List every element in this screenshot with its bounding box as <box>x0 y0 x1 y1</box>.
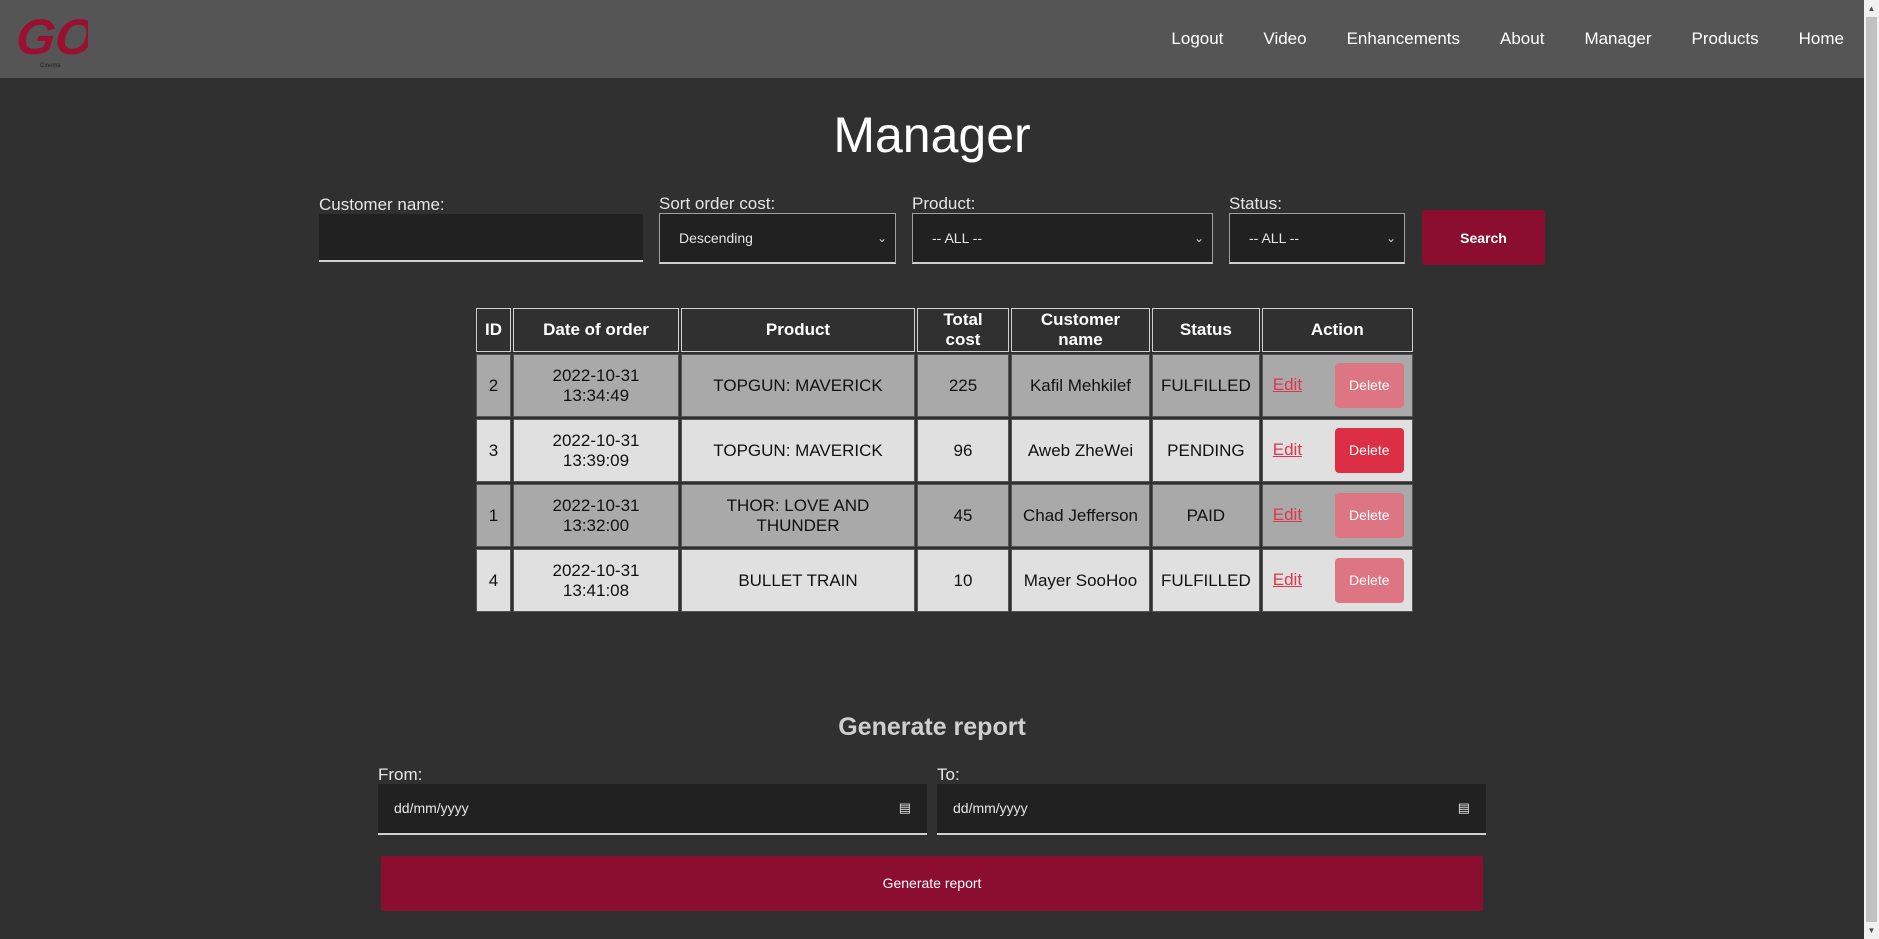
edit-link[interactable]: Edit <box>1273 570 1302 589</box>
table-row: 3 2022-10-31 13:39:09 TOPGUN: MAVERICK 9… <box>476 419 1413 482</box>
scroll-down-icon[interactable]: ▼ <box>1864 922 1879 939</box>
cell-date: 2022-10-31 13:39:09 <box>513 419 679 482</box>
chevron-down-icon: ⌄ <box>1193 231 1204 245</box>
cell-id: 4 <box>476 549 511 612</box>
sort-order-select[interactable]: Descending ⌄ <box>659 213 896 264</box>
to-date-input[interactable]: dd/mm/yyyy ▤ <box>937 784 1486 835</box>
edit-link[interactable]: Edit <box>1273 375 1302 394</box>
calendar-icon[interactable]: ▤ <box>1458 784 1470 832</box>
svg-text:Cinema: Cinema <box>40 63 61 69</box>
delete-button[interactable]: Delete <box>1334 558 1404 603</box>
search-button[interactable]: Search <box>1422 210 1545 265</box>
cell-cost: 10 <box>917 549 1009 612</box>
delete-button[interactable]: Delete <box>1334 428 1404 473</box>
nav-links: Home Products Manager About Enhancements… <box>1151 0 1864 78</box>
product-value: -- ALL -- <box>932 230 983 246</box>
nav-manager[interactable]: Manager <box>1564 0 1671 78</box>
cell-action: Edit Delete <box>1261 419 1413 482</box>
cell-product: BULLET TRAIN <box>681 549 915 612</box>
header-date: Date of order <box>513 308 679 352</box>
edit-link[interactable]: Edit <box>1273 440 1302 459</box>
header-customer-name: Customer name <box>1011 308 1150 352</box>
customer-name-input[interactable] <box>319 214 643 262</box>
cell-status: PENDING <box>1152 419 1260 482</box>
cell-customer: Mayer SooHoo <box>1011 549 1150 612</box>
cell-action: Edit Delete <box>1261 484 1413 547</box>
to-label: To: <box>937 765 960 784</box>
nav-logout[interactable]: Logout <box>1151 0 1243 78</box>
nav-home[interactable]: Home <box>1779 0 1864 78</box>
cell-date: 2022-10-31 13:32:00 <box>513 484 679 547</box>
cell-cost: 225 <box>917 354 1009 417</box>
cell-id: 2 <box>476 354 511 417</box>
svg-text:GOI: GOI <box>18 9 88 65</box>
cell-customer: Chad Jefferson <box>1011 484 1150 547</box>
cell-product: TOPGUN: MAVERICK <box>681 419 915 482</box>
cell-product: TOPGUN: MAVERICK <box>681 354 915 417</box>
delete-button[interactable]: Delete <box>1334 493 1404 538</box>
scroll-thumb[interactable] <box>1866 17 1877 922</box>
table-header-row: ID Date of order Product Total cost Cust… <box>476 308 1413 352</box>
scrollbar[interactable]: ▲ ▼ <box>1864 0 1879 939</box>
table-row: 4 2022-10-31 13:41:08 BULLET TRAIN 10 Ma… <box>476 549 1413 612</box>
nav-about[interactable]: About <box>1480 0 1564 78</box>
header-total-cost: Total cost <box>917 308 1009 352</box>
orders-table: ID Date of order Product Total cost Cust… <box>474 306 1415 614</box>
cell-action: Edit Delete <box>1261 354 1413 417</box>
header-product: Product <box>681 308 915 352</box>
page-title: Manager <box>833 107 1031 163</box>
edit-link[interactable]: Edit <box>1273 505 1302 524</box>
scroll-up-icon[interactable]: ▲ <box>1864 0 1879 17</box>
cell-cost: 96 <box>917 419 1009 482</box>
nav-products[interactable]: Products <box>1672 0 1779 78</box>
nav-video[interactable]: Video <box>1243 0 1326 78</box>
cell-id: 1 <box>476 484 511 547</box>
header-action: Action <box>1261 308 1413 352</box>
cell-action: Edit Delete <box>1261 549 1413 612</box>
cell-id: 3 <box>476 419 511 482</box>
to-date-value: dd/mm/yyyy <box>953 800 1028 816</box>
cell-date: 2022-10-31 13:41:08 <box>513 549 679 612</box>
status-select[interactable]: -- ALL -- ⌄ <box>1229 213 1405 264</box>
generate-report-button[interactable]: Generate report <box>381 856 1483 911</box>
from-date-value: dd/mm/yyyy <box>394 800 469 816</box>
navbar: GOI Cinema Home Products Manager About E… <box>0 0 1864 78</box>
chevron-down-icon: ⌄ <box>876 231 887 245</box>
report-title: Generate report <box>838 713 1026 741</box>
cell-cost: 45 <box>917 484 1009 547</box>
cell-product: THOR: LOVE AND THUNDER <box>681 484 915 547</box>
from-date-input[interactable]: dd/mm/yyyy ▤ <box>378 784 927 835</box>
sort-order-label: Sort order cost: <box>659 194 776 213</box>
product-label: Product: <box>912 194 976 213</box>
goi-logo[interactable]: GOI Cinema <box>18 4 88 70</box>
delete-button[interactable]: Delete <box>1334 363 1404 408</box>
header-status: Status <box>1152 308 1260 352</box>
sort-order-value: Descending <box>679 230 753 246</box>
cell-status: FULFILLED <box>1152 354 1260 417</box>
status-value: -- ALL -- <box>1249 230 1300 246</box>
header-id: ID <box>476 308 511 352</box>
cell-customer: Aweb ZheWei <box>1011 419 1150 482</box>
nav-enhancements[interactable]: Enhancements <box>1327 0 1480 78</box>
cell-customer: Kafil Mehkilef <box>1011 354 1150 417</box>
product-select[interactable]: -- ALL -- ⌄ <box>912 213 1213 264</box>
status-label: Status: <box>1229 194 1282 213</box>
table-row: 1 2022-10-31 13:32:00 THOR: LOVE AND THU… <box>476 484 1413 547</box>
table-row: 2 2022-10-31 13:34:49 TOPGUN: MAVERICK 2… <box>476 354 1413 417</box>
calendar-icon[interactable]: ▤ <box>899 784 911 832</box>
cell-status: PAID <box>1152 484 1260 547</box>
cell-status: FULFILLED <box>1152 549 1260 612</box>
cell-date: 2022-10-31 13:34:49 <box>513 354 679 417</box>
chevron-down-icon: ⌄ <box>1385 231 1396 245</box>
from-label: From: <box>378 765 423 784</box>
customer-name-label: Customer name: <box>319 195 445 214</box>
